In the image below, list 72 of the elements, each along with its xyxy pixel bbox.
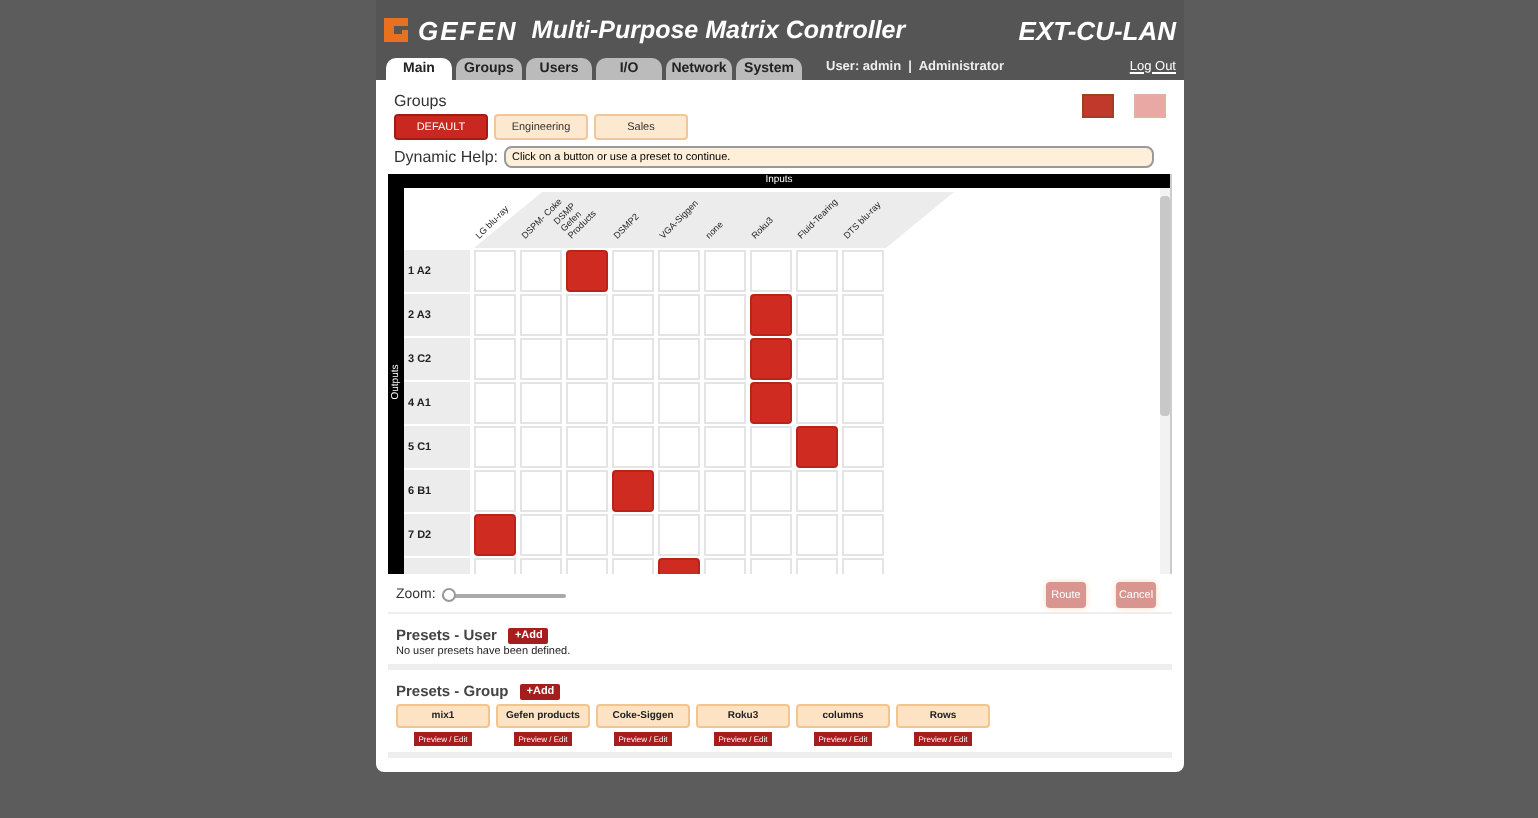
logo-icon	[380, 14, 412, 46]
matrix-cell[interactable]	[566, 470, 608, 512]
matrix-cell[interactable]	[658, 470, 700, 512]
matrix-cell[interactable]	[842, 382, 884, 424]
matrix-cell[interactable]	[566, 514, 608, 556]
matrix-cell[interactable]	[704, 250, 746, 292]
matrix-cell[interactable]	[842, 338, 884, 380]
matrix-cell[interactable]	[612, 250, 654, 292]
matrix-cell[interactable]	[520, 514, 562, 556]
matrix-cell[interactable]	[520, 338, 562, 380]
route-cell[interactable]	[612, 470, 654, 512]
matrix-cell[interactable]	[796, 294, 838, 336]
matrix-cell[interactable]	[704, 294, 746, 336]
scrollbar[interactable]	[1160, 188, 1170, 574]
layout-grid-icon[interactable]	[1134, 94, 1166, 118]
matrix-cell[interactable]	[612, 426, 654, 468]
matrix-cell[interactable]	[796, 338, 838, 380]
matrix-cell[interactable]	[658, 250, 700, 292]
matrix-cell[interactable]	[474, 382, 516, 424]
matrix-cell[interactable]	[796, 514, 838, 556]
app-title: Multi-Purpose Matrix Controller	[531, 16, 906, 44]
matrix-cell[interactable]	[566, 294, 608, 336]
matrix-cell[interactable]	[520, 470, 562, 512]
matrix-cell[interactable]	[474, 470, 516, 512]
matrix-cell[interactable]	[566, 426, 608, 468]
matrix-cell[interactable]	[658, 514, 700, 556]
model-name: EXT-CU-LAN	[1018, 15, 1176, 45]
route-cell[interactable]	[796, 426, 838, 468]
matrix-cell[interactable]	[704, 470, 746, 512]
matrix-cell[interactable]	[658, 338, 700, 380]
matrix-cell[interactable]	[474, 250, 516, 292]
matrix-cell[interactable]	[658, 294, 700, 336]
matrix-cell[interactable]	[566, 338, 608, 380]
matrix-cell[interactable]	[658, 426, 700, 468]
matrix-cell[interactable]	[704, 514, 746, 556]
matrix-cell[interactable]	[658, 382, 700, 424]
matrix-cell[interactable]	[750, 514, 792, 556]
matrix-cell[interactable]	[520, 294, 562, 336]
brand-name: GEFEN	[418, 15, 518, 45]
help-label: Dynamic Help:	[394, 148, 499, 166]
matrix-cell[interactable]	[750, 250, 792, 292]
matrix-cell[interactable]	[474, 426, 516, 468]
matrix-cell[interactable]	[750, 426, 792, 468]
matrix-cell[interactable]	[520, 382, 562, 424]
route-cell[interactable]	[750, 382, 792, 424]
matrix-cell[interactable]	[520, 250, 562, 292]
matrix-cell[interactable]	[612, 382, 654, 424]
matrix-cell[interactable]	[842, 250, 884, 292]
layout-grid-icon[interactable]	[1082, 94, 1114, 118]
matrix-cell[interactable]	[612, 514, 654, 556]
matrix-cell[interactable]	[520, 426, 562, 468]
matrix-cell[interactable]	[796, 382, 838, 424]
matrix-cell[interactable]	[796, 250, 838, 292]
matrix-cell[interactable]	[612, 338, 654, 380]
matrix-cell[interactable]	[704, 338, 746, 380]
matrix-cell[interactable]	[796, 470, 838, 512]
route-cell[interactable]	[750, 338, 792, 380]
matrix-cell[interactable]	[842, 294, 884, 336]
matrix-cell[interactable]	[704, 382, 746, 424]
matrix-cell[interactable]	[474, 294, 516, 336]
route-cell[interactable]	[750, 294, 792, 336]
matrix-cell[interactable]	[612, 294, 654, 336]
route-cell[interactable]	[566, 250, 608, 292]
route-cell[interactable]	[474, 514, 516, 556]
matrix-cell[interactable]	[566, 382, 608, 424]
section-title: Groups	[394, 92, 449, 110]
matrix-cell[interactable]	[474, 338, 516, 380]
matrix-cell[interactable]	[842, 470, 884, 512]
matrix-cell[interactable]	[842, 426, 884, 468]
matrix-cell[interactable]	[704, 426, 746, 468]
matrix-cell[interactable]	[750, 470, 792, 512]
matrix-cell[interactable]	[842, 514, 884, 556]
